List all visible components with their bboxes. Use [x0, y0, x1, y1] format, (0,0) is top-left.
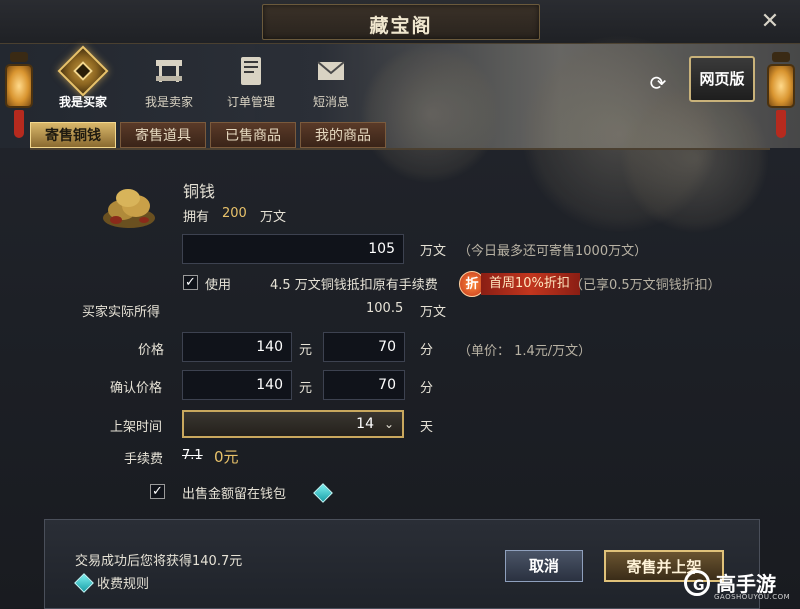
fee-new-value: 0元 [214, 448, 239, 466]
nav-label: 我是卖家 [144, 95, 193, 109]
watermark-url: GAOSHOUYOU.COM [714, 593, 791, 601]
price-yuan-input[interactable]: 140 [182, 332, 292, 362]
keep-in-wallet-label: 出售金额留在钱包 [182, 487, 287, 502]
amount-input[interactable]: 105 [182, 234, 404, 264]
nav-messages[interactable]: 短消息 [296, 50, 366, 112]
own-unit: 万文 [260, 210, 287, 225]
nav-seller[interactable]: 我是卖家 [134, 50, 204, 112]
web-version-label: 网页版 [699, 70, 745, 88]
fee-label: 手续费 [124, 452, 164, 467]
listing-time-value: 14 [356, 416, 374, 432]
confirm-fen-input[interactable]: 70 [323, 370, 405, 400]
coin-diamond-icon [57, 45, 109, 97]
price-yuan-unit: 元 [299, 343, 313, 358]
confirm-price-label: 确认价格 [110, 381, 163, 396]
use-coins-checkbox[interactable]: ✓ [183, 275, 198, 290]
buyer-gets-label: 买家实际所得 [82, 305, 161, 320]
use-label: 使用 [205, 278, 232, 293]
close-icon[interactable]: ✕ [756, 8, 784, 36]
discount-badge: 折 首周10%折扣 [459, 271, 580, 297]
cancel-button[interactable]: 取消 [505, 550, 583, 582]
amount-unit: 万文 [420, 244, 447, 259]
window-title: 藏宝阁 [369, 15, 433, 37]
listing-time-label: 上架时间 [110, 420, 163, 435]
tab-my-goods[interactable]: 我的商品 [300, 122, 386, 148]
discount-text: 首周10%折扣 [481, 273, 580, 295]
web-version-button[interactable]: 网页版 [683, 50, 761, 110]
result-text: 交易成功后您将获得140.7元 [75, 554, 243, 569]
tab-sold-goods[interactable]: 已售商品 [210, 122, 296, 148]
listing-time-select[interactable]: 14 ⌄ [182, 410, 404, 438]
buyer-gets-value: 100.5 [366, 301, 404, 316]
nav-orders[interactable]: 订单管理 [216, 50, 286, 112]
fee-rules-icon [74, 573, 94, 593]
game-window: 藏宝阁 ✕ 我是买家 我是卖家 订单管理 短消息 ⟳ 网页版 寄售铜钱 寄售道具… [0, 0, 800, 609]
book-icon [230, 50, 272, 92]
tab-sell-items[interactable]: 寄售道具 [120, 122, 206, 148]
listing-time-unit: 天 [420, 420, 434, 435]
title-bar: 藏宝阁 ✕ [0, 0, 800, 44]
refresh-icon[interactable]: ⟳ [645, 70, 671, 96]
envelope-icon [310, 50, 352, 92]
unit-price-hint: （单价： 1.4元/万文） [458, 344, 592, 359]
info-gem-icon[interactable] [313, 483, 333, 503]
lantern-right-icon [766, 52, 796, 140]
tab-sell-coins[interactable]: 寄售铜钱 [30, 122, 116, 148]
price-fen-input[interactable]: 70 [323, 332, 405, 362]
market-stall-icon [148, 50, 190, 92]
site-watermark: G 高手游 GAOSHOUYOU.COM [684, 568, 796, 606]
price-label: 价格 [138, 343, 165, 358]
use-desc: 4.5 万文铜钱抵扣原有手续费 [270, 278, 438, 293]
tab-bar: 寄售铜钱 寄售道具 已售商品 我的商品 [30, 122, 386, 148]
buyer-gets-unit: 万文 [420, 305, 447, 320]
title-plate: 藏宝阁 [262, 4, 540, 40]
watermark-logo-icon: G [684, 570, 710, 596]
nav-label: 我是买家 [58, 95, 107, 109]
confirm-yuan-unit: 元 [299, 381, 313, 396]
fee-old-value: 7.1 [182, 448, 203, 463]
amount-hint: （今日最多还可寄售1000万文） [458, 244, 648, 259]
keep-in-wallet-checkbox[interactable]: ✓ [150, 484, 165, 499]
nav-label: 短消息 [312, 95, 349, 109]
chevron-down-icon: ⌄ [383, 417, 394, 431]
coin-pile-icon [96, 180, 162, 232]
nav-buyer[interactable]: 我是买家 [48, 45, 118, 112]
fee-rules-link[interactable]: 收费规则 [97, 573, 149, 592]
price-fen-unit: 分 [420, 343, 434, 358]
item-name: 铜钱 [183, 182, 216, 201]
own-value: 200 [222, 206, 247, 221]
confirm-fen-unit: 分 [420, 381, 434, 396]
nav-label: 订单管理 [226, 95, 275, 109]
own-label: 拥有 [183, 210, 210, 225]
discount-hint: （已享0.5万文铜钱折扣） [570, 278, 721, 293]
confirm-yuan-input[interactable]: 140 [182, 370, 292, 400]
